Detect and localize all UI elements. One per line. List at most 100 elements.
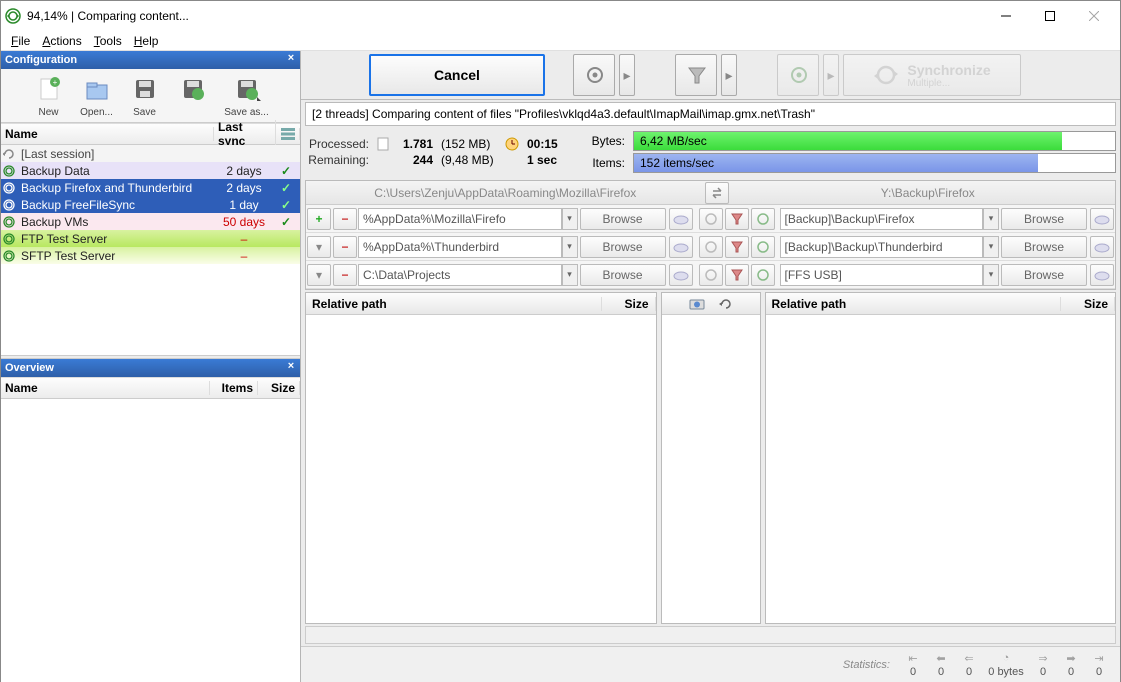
- progress-row: Processed: 1.781 (152 MB) 00:15 Remainin…: [305, 130, 1116, 174]
- save-button[interactable]: Save: [123, 73, 167, 118]
- add-pair-button[interactable]: +: [307, 208, 331, 230]
- compare-settings-button[interactable]: [573, 54, 615, 96]
- col-lastsync[interactable]: Last sync: [214, 120, 276, 148]
- stat-icon: ➡: [1062, 651, 1080, 665]
- pair-filter-button[interactable]: [725, 236, 749, 258]
- ov-col-items[interactable]: Items: [210, 381, 258, 395]
- left-folder-input[interactable]: C:\Data\Projects: [358, 264, 562, 286]
- config-row[interactable]: [Last session]: [1, 145, 300, 162]
- left-cloud-button[interactable]: [669, 208, 693, 230]
- left-browse-button[interactable]: Browse: [580, 236, 666, 258]
- refresh-icon[interactable]: [719, 297, 733, 311]
- configuration-list[interactable]: [Last session]Backup Data2 days✓ Backup F…: [1, 145, 300, 355]
- pair-sync-button[interactable]: [751, 208, 775, 230]
- config-row[interactable]: Backup Data2 days✓: [1, 162, 300, 179]
- right-folder-drop[interactable]: ▾: [983, 208, 999, 230]
- sync-settings-button[interactable]: [777, 54, 819, 96]
- right-folder-drop[interactable]: ▾: [983, 264, 999, 286]
- stat-cell: ⇒0: [1030, 651, 1056, 678]
- menu-help[interactable]: Help: [128, 32, 165, 50]
- remove-pair-button[interactable]: −: [333, 264, 357, 286]
- config-status: ✓: [274, 181, 298, 195]
- compare-settings-drop[interactable]: ▸: [619, 54, 635, 96]
- overview-list: [1, 399, 300, 682]
- right-cloud-button[interactable]: [1090, 264, 1114, 286]
- minimize-button[interactable]: [984, 2, 1028, 30]
- cancel-button[interactable]: Cancel: [369, 54, 545, 96]
- pair-dropdown[interactable]: ▾: [307, 264, 331, 286]
- pair-filter-button[interactable]: [725, 208, 749, 230]
- left-grid[interactable]: Relative pathSize: [305, 292, 657, 624]
- new-button[interactable]: + New: [27, 73, 71, 118]
- stat-icon: ⇤: [904, 651, 922, 665]
- maximize-button[interactable]: [1028, 2, 1072, 30]
- sync-settings-drop[interactable]: ▸: [823, 54, 839, 96]
- menu-tools[interactable]: Tools: [88, 32, 128, 50]
- left-folder-drop[interactable]: ▾: [562, 264, 578, 286]
- right-browse-button[interactable]: Browse: [1001, 236, 1087, 258]
- horizontal-scrollbar[interactable]: [305, 626, 1116, 644]
- left-browse-button[interactable]: Browse: [580, 264, 666, 286]
- config-name: FTP Test Server: [19, 232, 214, 246]
- saveas-button[interactable]: Save as...: [219, 73, 275, 118]
- menu-actions[interactable]: Actions: [36, 32, 87, 50]
- right-browse-button[interactable]: Browse: [1001, 208, 1087, 230]
- config-name: SFTP Test Server: [19, 249, 214, 263]
- open-button[interactable]: Open...: [75, 73, 119, 118]
- bytes-progress-bar: 6,42 MB/sec: [633, 131, 1116, 151]
- pair-sync-button[interactable]: [751, 264, 775, 286]
- filter-button[interactable]: [675, 54, 717, 96]
- right-browse-button[interactable]: Browse: [1001, 264, 1087, 286]
- right-panel: Cancel ▸ ▸ ▸ Synchronize Multiple... [2 …: [301, 51, 1120, 682]
- pair-dropdown[interactable]: ▾: [307, 236, 331, 258]
- config-lastsync: 2 days: [218, 181, 270, 195]
- close-button[interactable]: [1072, 2, 1116, 30]
- config-lastsync: –: [218, 249, 270, 263]
- sync-icon: [3, 148, 15, 160]
- config-row[interactable]: Backup FreeFileSync1 day✓: [1, 196, 300, 213]
- menu-file[interactable]: File: [5, 32, 36, 50]
- left-folder-input[interactable]: %AppData%\Mozilla\Firefo: [358, 208, 562, 230]
- save-sync-button[interactable]: [171, 73, 215, 118]
- right-grid[interactable]: Relative pathSize: [765, 292, 1117, 624]
- overview-header: Overview ×: [1, 359, 300, 377]
- pair-filter-button[interactable]: [725, 264, 749, 286]
- action-bar: Cancel ▸ ▸ ▸ Synchronize Multiple...: [301, 51, 1120, 100]
- left-folder-input[interactable]: %AppData%\Thunderbird: [358, 236, 562, 258]
- config-row[interactable]: Backup VMs50 days✓: [1, 213, 300, 230]
- config-row[interactable]: FTP Test Server–: [1, 230, 300, 247]
- right-folder-input[interactable]: [Backup]\Backup\Thunderbird: [780, 236, 984, 258]
- right-folder-drop[interactable]: ▾: [983, 236, 999, 258]
- pair-sync-button[interactable]: [751, 236, 775, 258]
- left-folder-drop[interactable]: ▾: [562, 208, 578, 230]
- remove-pair-button[interactable]: −: [333, 236, 357, 258]
- sync-icon: [3, 199, 15, 211]
- right-folder-input[interactable]: [FFS USB]: [780, 264, 984, 286]
- menubar: File Actions Tools Help: [1, 31, 1120, 51]
- config-row[interactable]: SFTP Test Server–: [1, 247, 300, 264]
- right-cloud-button[interactable]: [1090, 236, 1114, 258]
- pair-compare-button[interactable]: [699, 236, 723, 258]
- left-cloud-button[interactable]: [669, 236, 693, 258]
- col-name[interactable]: Name: [1, 127, 214, 141]
- left-browse-button[interactable]: Browse: [580, 208, 666, 230]
- ov-col-size[interactable]: Size: [258, 381, 300, 395]
- filter-drop[interactable]: ▸: [721, 54, 737, 96]
- ov-col-name[interactable]: Name: [1, 381, 210, 395]
- synchronize-button[interactable]: Synchronize Multiple...: [843, 54, 1021, 96]
- right-folder-input[interactable]: [Backup]\Backup\Firefox: [780, 208, 984, 230]
- col-view-icon[interactable]: [276, 128, 300, 140]
- pair-compare-button[interactable]: [699, 264, 723, 286]
- config-row[interactable]: Backup Firefox and Thunderbird2 days✓: [1, 179, 300, 196]
- pair-compare-button[interactable]: [699, 208, 723, 230]
- camera-icon[interactable]: [689, 298, 705, 310]
- middle-grid[interactable]: [661, 292, 761, 624]
- left-cloud-button[interactable]: [669, 264, 693, 286]
- swap-sides-button[interactable]: [705, 182, 729, 204]
- configuration-close-icon[interactable]: ×: [284, 52, 298, 66]
- sync-icon: [3, 233, 15, 245]
- overview-close-icon[interactable]: ×: [284, 360, 298, 374]
- remove-pair-button[interactable]: −: [333, 208, 357, 230]
- left-folder-drop[interactable]: ▾: [562, 236, 578, 258]
- right-cloud-button[interactable]: [1090, 208, 1114, 230]
